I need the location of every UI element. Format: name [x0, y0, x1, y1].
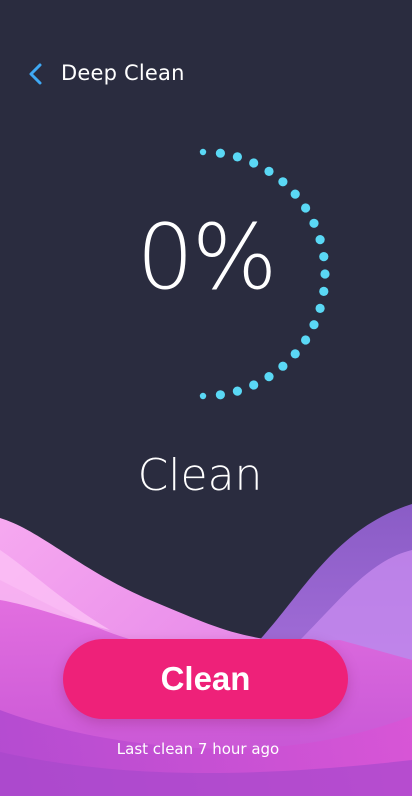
back-button[interactable] — [22, 60, 50, 88]
chevron-left-icon — [29, 63, 42, 85]
gauge-dot — [290, 189, 300, 199]
progress-percent: 0% — [136, 205, 278, 310]
gauge-dot — [301, 335, 311, 345]
gauge-dot — [278, 177, 288, 187]
gauge-dot — [215, 390, 225, 400]
last-clean-text: Last clean 7 hour ago — [116, 740, 280, 758]
gauge-dot — [215, 148, 225, 158]
gauge-dot — [278, 361, 288, 371]
deep-clean-screen: Deep Clean 0% Clean Clean Last clean 7 h… — [0, 0, 412, 796]
gauge-dot — [199, 392, 207, 400]
clean-button[interactable]: Clean — [63, 639, 348, 719]
page-title: Deep Clean — [61, 61, 185, 85]
gauge-dot — [264, 372, 274, 382]
gauge-dot — [232, 386, 242, 396]
gauge-dot — [232, 152, 242, 162]
top-bar: Deep Clean — [0, 52, 412, 96]
gauge-dot — [199, 148, 207, 156]
gauge-dot — [264, 166, 274, 176]
gauge-dot — [249, 158, 259, 168]
gauge-dot — [290, 349, 300, 359]
gauge-dot — [309, 320, 319, 330]
status-label: Clean — [137, 450, 263, 501]
gauge-dot — [249, 380, 259, 390]
